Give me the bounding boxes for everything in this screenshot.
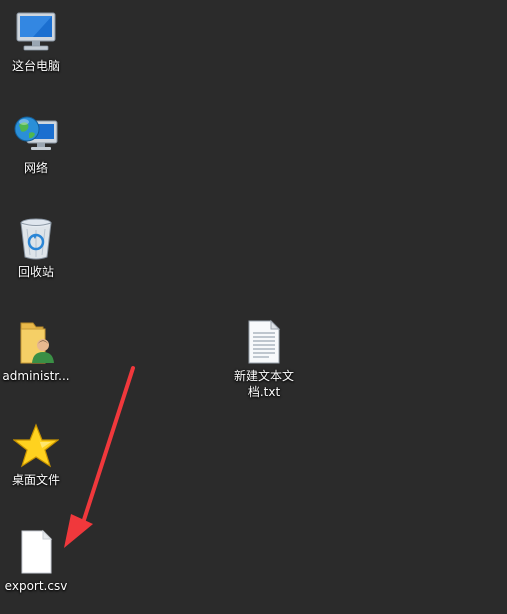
icon-label: 回收站 xyxy=(17,265,54,279)
user-folder-icon xyxy=(12,318,60,366)
desktop-icon-export-csv[interactable]: export.csv xyxy=(0,528,72,594)
blank-file-icon xyxy=(12,528,60,576)
icon-label: 桌面文件 xyxy=(11,473,60,487)
desktop-icon-desktop-files[interactable]: 桌面文件 xyxy=(0,422,72,488)
desktop-icon-recycle-bin[interactable]: 回收站 xyxy=(0,214,72,280)
recycle-bin-icon xyxy=(12,214,60,262)
desktop-icon-network[interactable]: 网络 xyxy=(0,110,72,176)
text-file-icon xyxy=(240,318,288,366)
icon-label: 这台电脑 xyxy=(11,59,60,73)
desktop-icon-administrator[interactable]: administr... xyxy=(0,318,72,384)
star-icon xyxy=(12,422,60,470)
desktop-icon-this-pc[interactable]: 这台电脑 xyxy=(0,8,72,74)
computer-icon xyxy=(12,8,60,56)
icon-label: 新建文本文档.txt xyxy=(233,369,294,399)
desktop-icon-new-text-document[interactable]: 新建文本文档.txt xyxy=(228,318,300,400)
icon-label: administr... xyxy=(2,369,70,383)
desktop[interactable]: 这台电脑 网络 回收站 administr... 桌面文件 export.csv… xyxy=(0,0,507,614)
icon-label: 网络 xyxy=(23,161,48,175)
network-icon xyxy=(12,110,60,158)
icon-label: export.csv xyxy=(4,579,68,593)
red-arrow-annotation xyxy=(64,366,135,548)
